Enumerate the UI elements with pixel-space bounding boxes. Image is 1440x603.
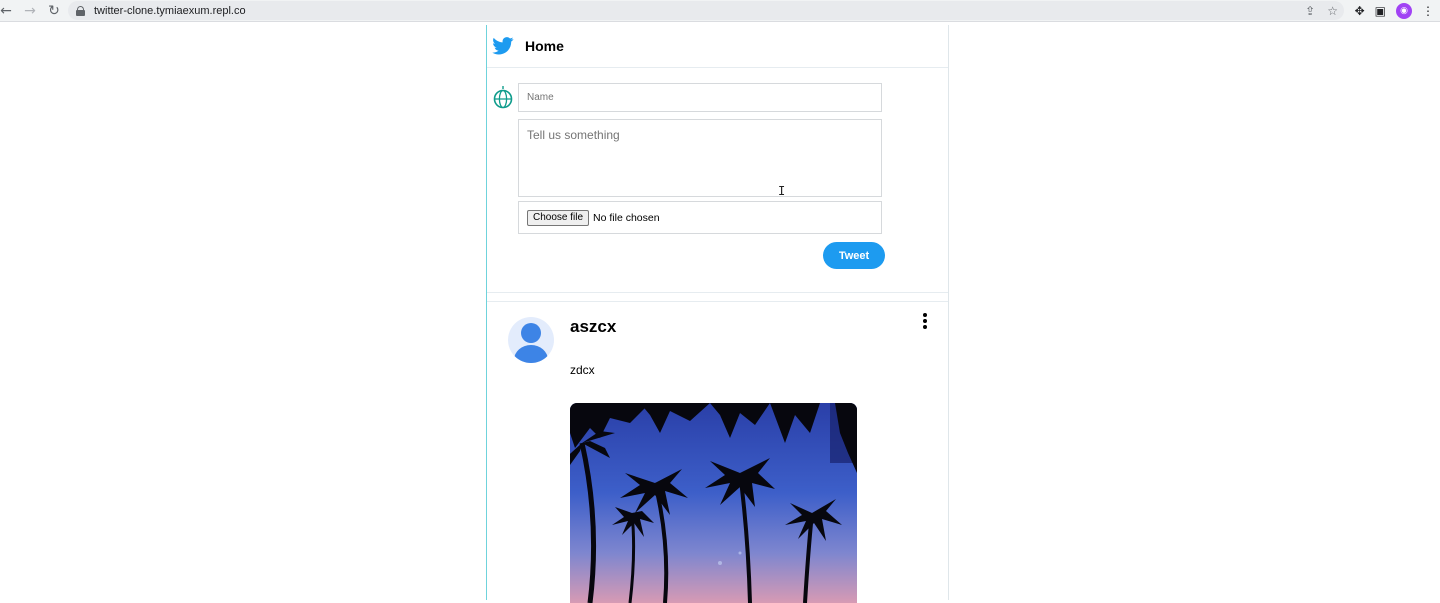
section-divider bbox=[487, 293, 948, 302]
avatar bbox=[508, 317, 554, 363]
tweet-author-name: aszcx bbox=[570, 317, 617, 336]
text-cursor-icon: I bbox=[778, 184, 786, 198]
feed-column: Home I Choose file No file chosen Tweet … bbox=[486, 25, 949, 603]
back-button[interactable]: ← bbox=[0, 0, 18, 22]
more-options-icon[interactable] bbox=[923, 313, 927, 329]
page-header: Home bbox=[487, 25, 948, 68]
tweet-card: aszcx zdcx bbox=[486, 302, 948, 603]
tweet-button[interactable]: Tweet bbox=[823, 242, 885, 269]
file-status-text: No file chosen bbox=[593, 211, 660, 224]
twitter-bird-icon[interactable] bbox=[492, 37, 514, 55]
profile-avatar[interactable]: ◉ bbox=[1396, 3, 1412, 19]
choose-file-button[interactable]: Choose file bbox=[527, 209, 590, 226]
share-icon[interactable]: ⇪ bbox=[1305, 4, 1315, 18]
tweet-composer: I Choose file No file chosen Tweet bbox=[487, 68, 948, 293]
globe-icon bbox=[493, 86, 513, 109]
tweet-text: zdcx bbox=[570, 363, 595, 377]
tweet-image-palm-trees bbox=[570, 403, 857, 603]
bookmark-star-icon[interactable]: ☆ bbox=[1327, 4, 1338, 18]
forward-button[interactable]: → bbox=[18, 0, 42, 22]
message-field[interactable] bbox=[518, 119, 882, 197]
page-title: Home bbox=[525, 38, 564, 54]
side-panel-icon[interactable]: ▣ bbox=[1375, 4, 1386, 18]
file-upload-field: Choose file No file chosen bbox=[518, 201, 882, 234]
address-url: twitter-clone.tymiaexum.repl.co bbox=[94, 4, 246, 17]
browser-menu-icon[interactable]: ⋮ bbox=[1422, 4, 1434, 18]
reload-button[interactable]: ↻ bbox=[42, 0, 66, 22]
name-field[interactable] bbox=[518, 83, 882, 112]
browser-toolbar: ← → ↻ twitter-clone.tymiaexum.repl.co ⇪ … bbox=[0, 0, 1440, 22]
address-bar[interactable]: twitter-clone.tymiaexum.repl.co ⇪ ☆ bbox=[68, 1, 1344, 20]
extensions-icon[interactable]: ✥ bbox=[1355, 4, 1365, 18]
lock-icon bbox=[76, 5, 85, 16]
